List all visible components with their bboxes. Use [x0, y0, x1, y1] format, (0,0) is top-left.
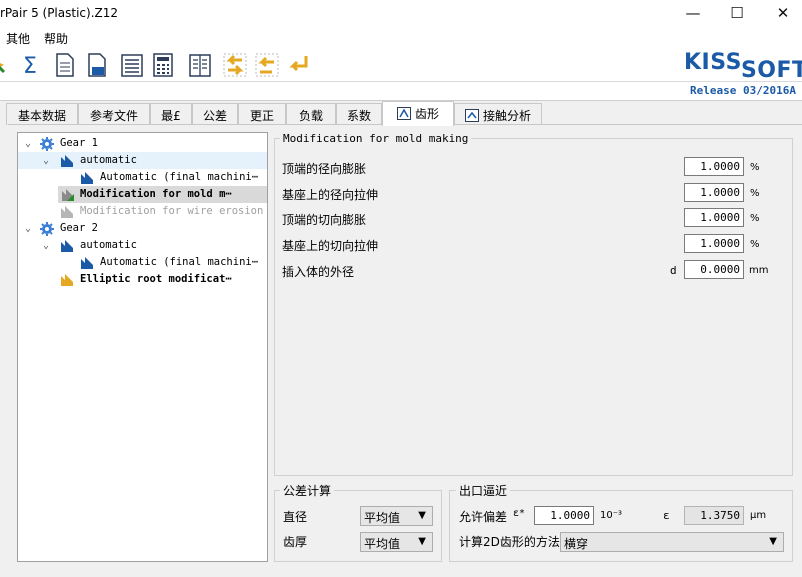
tree-node-gear1[interactable]: ⌄ Gear 1	[18, 135, 267, 152]
tab-load[interactable]: 负载	[286, 103, 336, 125]
tooth-thickness-label: 齿厚	[283, 535, 308, 549]
module-tabs: 基本数据 参考文件 最£ 公差 更正 负载 系数 齿形 接触分析	[0, 101, 802, 126]
document-icon[interactable]	[54, 52, 78, 78]
tooth-mod-icon	[61, 155, 73, 167]
logo-kiss: KISS	[684, 50, 741, 75]
tangential-stretch-base-input[interactable]: 1.0000	[684, 234, 744, 253]
exit-approximation-title: 出口逼近	[456, 482, 511, 499]
deviation-symbol: ε*	[513, 508, 526, 519]
dropdown-arrow-icon: ▼	[769, 536, 777, 547]
tab-reference-profile[interactable]: 参考文件	[78, 103, 150, 125]
dropdown-arrow-icon: ▼	[418, 536, 426, 547]
tab-modifications[interactable]: 更正	[238, 103, 286, 125]
maximize-button[interactable]: ☐	[722, 3, 752, 25]
tree-node-wire-erosion[interactable]: Modification for wire erosion	[18, 203, 267, 220]
gear-exchange-2-icon[interactable]	[254, 52, 279, 78]
tab-basic-data[interactable]: 基本数据	[6, 103, 78, 125]
gear-icon	[40, 222, 54, 236]
tab-contact-analysis[interactable]: 接触分析	[454, 103, 542, 125]
tab-tooth-form[interactable]: 齿形	[382, 101, 454, 126]
diameter-tolerance-select[interactable]: 平均值 ▼	[360, 506, 433, 526]
deviation-unit: 10⁻³	[600, 510, 623, 521]
chevron-down-icon[interactable]: ⌄	[22, 135, 34, 152]
permitted-deviation-input[interactable]: 1.0000	[534, 506, 594, 525]
menu-help[interactable]: 帮助	[44, 30, 68, 47]
tree-node-automatic-final-2[interactable]: Automatic (final machini⋯	[18, 254, 267, 271]
tolerance-calc-title: 公差计算	[280, 482, 335, 499]
tangential-expansion-tip-input[interactable]: 1.0000	[684, 208, 744, 227]
tree-node-gear2[interactable]: ⌄ Gear 2	[18, 220, 267, 237]
dropdown-arrow-icon: ▼	[418, 510, 426, 521]
calc-arrow-icon[interactable]	[0, 52, 16, 78]
menu-bar: 其他 帮助	[0, 28, 802, 48]
radial-stretch-base-row: 基座上的径向拉伸 1.0000 %	[282, 183, 782, 203]
mold-making-title: Modification for mold making	[280, 132, 472, 145]
tree-node-automatic-final[interactable]: Automatic (final machini⋯	[18, 169, 267, 186]
tree-node-automatic-2[interactable]: ⌄ automatic	[18, 237, 267, 254]
tangential-stretch-base-row: 基座上的切向拉伸 1.0000 %	[282, 234, 782, 254]
epsilon-unit: μm	[750, 510, 767, 521]
insert-outer-diameter-input[interactable]: 0.0000	[684, 260, 744, 279]
permitted-deviation-label: 允许偏差	[459, 510, 508, 524]
gear-tree: ⌄ Gear 1 ⌄ automatic Automatic (final ma…	[17, 132, 268, 562]
radial-expansion-tip-input[interactable]: 1.0000	[684, 157, 744, 176]
radial-stretch-base-input[interactable]: 1.0000	[684, 183, 744, 202]
tab-factors[interactable]: 系数	[336, 103, 382, 125]
gear-icon	[40, 137, 54, 151]
tooth-form-icon	[396, 107, 411, 120]
diameter-label: 直径	[283, 510, 308, 524]
close-button[interactable]: ✕	[768, 3, 798, 25]
kisssoft-logo: KISSSOFT	[684, 50, 802, 83]
left-edge	[0, 124, 6, 570]
tree-node-mold-making[interactable]: Modification for mold m⋯	[58, 186, 267, 203]
elliptic-root-icon	[61, 274, 73, 286]
svg-text:Σ: Σ	[23, 54, 37, 78]
wire-erosion-icon	[61, 206, 73, 218]
epsilon-value: 1.3750	[684, 506, 744, 525]
tab-optimization[interactable]: 最£	[150, 103, 192, 125]
toolbar: Σ	[0, 48, 802, 82]
tab-tolerances[interactable]: 公差	[192, 103, 238, 125]
chevron-down-icon[interactable]: ⌄	[40, 152, 52, 169]
tree-node-elliptic-root[interactable]: Elliptic root modificat⋯	[18, 271, 267, 288]
2d-method-select[interactable]: 横穿 ▼	[560, 532, 784, 552]
chevron-down-icon[interactable]: ⌄	[22, 220, 34, 237]
save-icon[interactable]	[86, 52, 110, 78]
title-bar: rPair 5 (Plastic).Z12 — ☐ ✕	[0, 0, 802, 28]
menu-other[interactable]: 其他	[6, 30, 30, 47]
sum-icon[interactable]: Σ	[20, 52, 44, 79]
release-label: Release 03/2016A	[690, 84, 796, 97]
release-bar: Release 03/2016A	[0, 82, 802, 101]
logo-soft: SOFT	[740, 58, 802, 83]
mold-mod-icon	[62, 189, 74, 201]
insert-outer-diameter-row: 插入体的外径 d 0.0000 mm	[282, 260, 782, 280]
tree-node-automatic[interactable]: ⌄ automatic	[18, 152, 267, 169]
minimize-button[interactable]: —	[678, 3, 708, 25]
tooth-mod-icon	[61, 240, 73, 252]
chevron-down-icon[interactable]: ⌄	[40, 237, 52, 254]
list-report-icon[interactable]	[120, 52, 144, 78]
tooth-thickness-tolerance-select[interactable]: 平均值 ▼	[360, 532, 433, 552]
tangential-expansion-tip-row: 顶端的切向膨胀 1.0000 %	[282, 208, 782, 228]
contact-analysis-icon	[464, 109, 479, 122]
radial-expansion-tip-row: 顶端的径向膨胀 1.0000 %	[282, 157, 782, 177]
book-icon[interactable]	[188, 52, 212, 78]
tooth-mod-icon	[81, 257, 93, 269]
epsilon-symbol: ε	[663, 509, 670, 522]
tooth-mod-icon	[81, 172, 93, 184]
window-title: rPair 5 (Plastic).Z12	[0, 6, 118, 20]
calculator-icon[interactable]	[152, 52, 176, 78]
gear-exchange-icon[interactable]	[222, 52, 247, 78]
arrow-return-icon[interactable]	[286, 52, 310, 78]
2d-method-label: 计算2D齿形的方法	[459, 535, 560, 549]
